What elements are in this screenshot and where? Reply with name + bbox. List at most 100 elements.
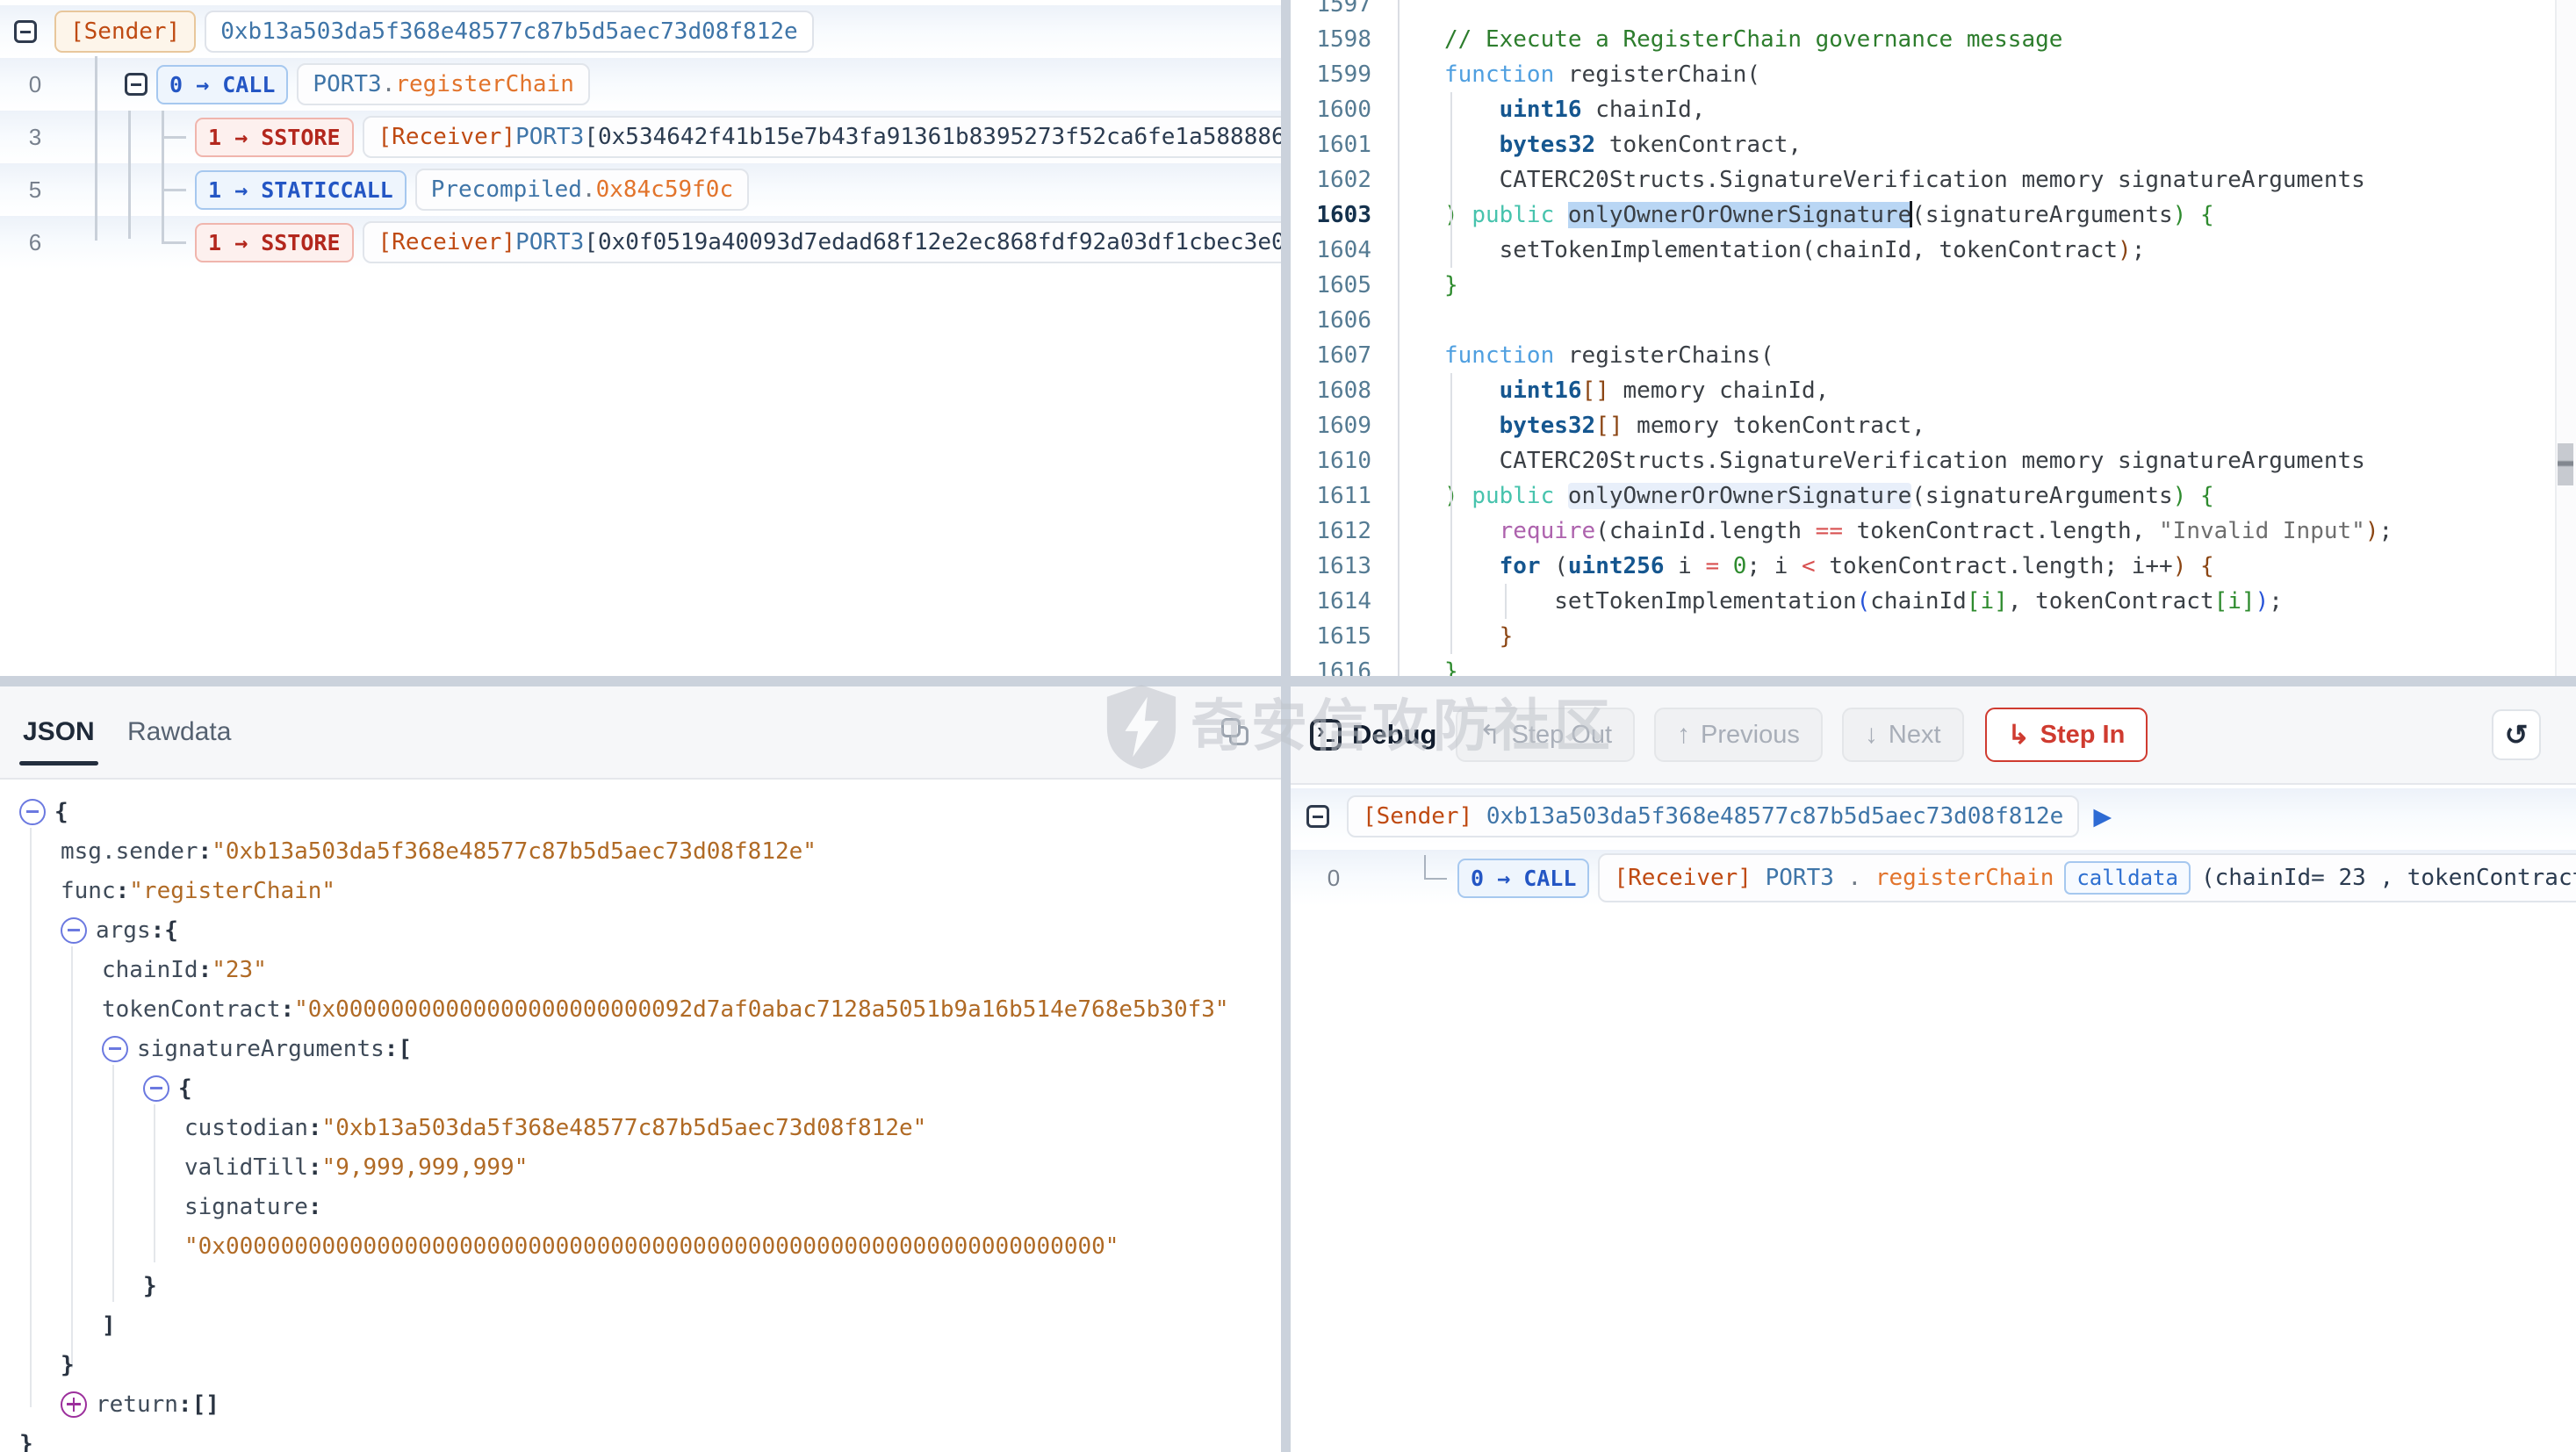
step-out-button[interactable]: ↰ Step Out	[1456, 708, 1635, 762]
code-token	[1444, 518, 1500, 544]
step-out-icon: ↰	[1479, 720, 1500, 751]
call-target-pill[interactable]: [Receiver] PORT3 [0x534642f41b15e7b43fa9…	[363, 116, 1281, 158]
code-line: 1610 CATERC20Structs.SignatureVerificati…	[1291, 443, 2576, 478]
tab-rawdata[interactable]: Rawdata	[127, 686, 231, 778]
call-target-pill[interactable]: [Receiver] PORT3 . registerChain calldat…	[1598, 853, 2576, 902]
previous-button[interactable]: ↑ Previous	[1654, 708, 1823, 762]
trace-row[interactable]: 6 1 → SSTORE[Receiver] PORT3 [0x0f0519a40…	[0, 216, 1281, 269]
collapse-icon[interactable]	[125, 73, 148, 96]
code-token: CATERC20Structs.SignatureVerification me…	[1444, 448, 2365, 474]
json-token: :	[178, 1391, 192, 1418]
reset-button[interactable]: ↺	[2492, 709, 2541, 760]
collapse-toggle-icon[interactable]	[19, 799, 46, 825]
call-target-pill[interactable]: Precompiled . 0x84c59f0c	[415, 169, 749, 211]
code-token	[1444, 413, 1500, 439]
json-token: :	[308, 1115, 322, 1141]
text-segment: .	[582, 176, 596, 203]
json-token: custodian	[184, 1115, 308, 1141]
code-token: []	[1595, 413, 1623, 439]
trace-row[interactable]: 0 0 → CALLPORT3 . registerChain	[0, 58, 1281, 111]
line-number: 1604	[1291, 233, 1398, 268]
code-token: function	[1444, 342, 1568, 369]
collapse-icon[interactable]	[1306, 805, 1329, 828]
vertical-panel-divider[interactable]	[1281, 0, 1291, 1452]
line-number: 1613	[1291, 549, 1398, 584]
scrollbar-track[interactable]	[2555, 0, 2576, 676]
scrollbar-thumb[interactable]	[2558, 443, 2573, 485]
text-segment: Precompiled	[431, 176, 582, 203]
play-icon[interactable]: ▶	[2093, 803, 2112, 830]
json-line: validTill : "9,999,999,999"	[0, 1147, 1281, 1187]
json-token: }	[19, 1431, 33, 1452]
code-token: tokenContract,	[1595, 132, 1802, 158]
code-token: <	[1802, 553, 1816, 579]
collapse-toggle-icon[interactable]	[143, 1075, 169, 1102]
debug-sender-row[interactable]: [Sender] 0xb13a503da5f368e48577c87b5d5ae…	[1291, 788, 2576, 845]
next-button[interactable]: ↓ Next	[1842, 708, 1964, 762]
code-token: )	[1444, 483, 1471, 509]
code-token: signatureArguments	[1925, 202, 2173, 228]
calldata-badge[interactable]: calldata	[2064, 861, 2191, 895]
code-token: (	[1554, 553, 1568, 579]
debug-sender-pill[interactable]: [Sender] 0xb13a503da5f368e48577c87b5d5ae…	[1347, 795, 2079, 837]
json-token: :	[198, 957, 212, 983]
call-target-pill[interactable]: [Receiver] PORT3 [0x0f0519a40093d7edad68…	[363, 221, 1281, 263]
code-token: 0	[1733, 553, 1747, 579]
json-token: }	[143, 1273, 157, 1299]
text-segment: [Receiver]	[378, 229, 516, 255]
line-number: 1609	[1291, 408, 1398, 443]
code-token	[1444, 132, 1500, 158]
op-badge[interactable]: 1 → SSTORE	[195, 118, 354, 157]
op-badge[interactable]: 1 → SSTORE	[195, 223, 354, 262]
call-target-pill[interactable]: PORT3 . registerChain	[297, 63, 589, 105]
code-token: ==	[1816, 518, 1843, 544]
text-segment: .	[382, 71, 396, 97]
json-tabbar: JSON Rawdata	[0, 686, 1281, 780]
line-number: 1607	[1291, 338, 1398, 373]
collapse-toggle-icon[interactable]	[61, 917, 87, 944]
horizontal-panel-divider[interactable]	[0, 676, 2576, 686]
code-token: )	[2173, 202, 2187, 228]
code-token: (	[1911, 202, 1925, 228]
json-line: signature :	[0, 1187, 1281, 1226]
code-token: (	[1760, 342, 1774, 369]
collapse-icon[interactable]	[14, 20, 37, 43]
trace-row[interactable]: 31 → SSTORE[Receiver] PORT3 [0x534642f41…	[0, 111, 1281, 163]
op-badge[interactable]: 0 → CALL	[1457, 859, 1589, 898]
code-token: (	[1802, 237, 1816, 263]
code-editor[interactable]: 15971598// Execute a RegisterChain gover…	[1291, 0, 2576, 676]
json-line: signatureArguments : [	[0, 1029, 1281, 1068]
trace-row[interactable]: 51 → STATICCALLPrecompiled . 0x84c59f0c	[0, 163, 1281, 216]
tab-json[interactable]: JSON	[23, 686, 95, 778]
code-token: [i]	[1967, 588, 2008, 615]
copy-icon[interactable]	[1221, 718, 1251, 748]
row-gutter: 6	[0, 216, 70, 269]
code-token: ;	[2132, 237, 2146, 263]
op-badge[interactable]: 0 → CALL	[156, 65, 288, 104]
tree-elbow	[1424, 855, 1447, 880]
tree-tick	[162, 189, 186, 191]
collapse-toggle-icon[interactable]	[102, 1036, 128, 1062]
row-gutter: 0	[0, 58, 70, 111]
code-token: )	[2173, 553, 2187, 579]
json-line: args : {	[0, 910, 1281, 950]
debug-call-row[interactable]: 0 0 → CALL [Receiver] PORT3 . registerCh…	[1291, 850, 2576, 906]
expand-toggle-icon[interactable]	[61, 1391, 87, 1418]
code-token: (	[1857, 588, 1871, 615]
sender-address-pill[interactable]: 0xb13a503da5f368e48577c87b5d5aec73d08f81…	[205, 11, 813, 53]
arrow-down-icon: ↓	[1865, 720, 1878, 750]
line-number: 1597	[1291, 0, 1398, 22]
code-token: chainId, tokenContract	[1816, 237, 2118, 263]
json-token: msg.sender	[61, 838, 198, 865]
code-token: )	[2256, 588, 2270, 615]
line-number: 1615	[1291, 619, 1398, 654]
code-token	[1444, 97, 1500, 123]
code-line: 1613 for (uint256 i = 0; i < tokenContra…	[1291, 549, 2576, 584]
op-badge[interactable]: 1 → STATICCALL	[195, 170, 407, 210]
code-line: 1599function registerChain(	[1291, 57, 2576, 92]
sender-row[interactable]: [Sender] 0xb13a503da5f368e48577c87b5d5ae…	[0, 5, 1281, 58]
code-line: 1615 }	[1291, 619, 2576, 654]
json-token: "0xb13a503da5f368e48577c87b5d5aec73d08f8…	[322, 1115, 927, 1141]
code-line: 1600 uint16 chainId,	[1291, 92, 2576, 127]
step-in-button[interactable]: ↳ Step In	[1985, 708, 2148, 762]
